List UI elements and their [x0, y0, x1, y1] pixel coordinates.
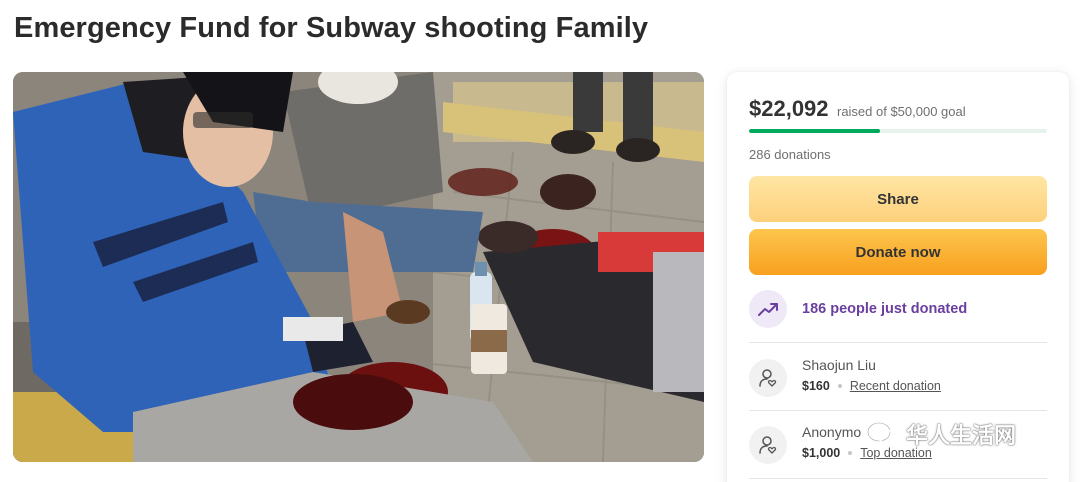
- donor-heart-icon: [749, 359, 787, 397]
- wechat-icon: [866, 421, 900, 447]
- watermark: 华人生活网: [866, 418, 1016, 450]
- separator-dot: [848, 451, 853, 455]
- trending-up-icon: [749, 290, 787, 328]
- just-donated-text: 186 people just donated: [802, 301, 968, 317]
- donor-amount: $160: [802, 379, 830, 393]
- separator-dot: [837, 384, 842, 388]
- donation-count: 286 donations: [749, 147, 831, 162]
- donate-now-button[interactable]: Donate now: [749, 229, 1047, 275]
- page-title: Emergency Fund for Subway shooting Famil…: [14, 12, 649, 44]
- share-button[interactable]: Share: [749, 176, 1047, 222]
- donor-name: Shaojun Liu: [802, 357, 876, 373]
- raised-summary: $22,092 raised of $50,000 goal: [749, 96, 966, 122]
- recent-activity: 186 people just donated: [749, 290, 967, 328]
- raised-amount: $22,092: [749, 96, 829, 121]
- divider: [749, 478, 1047, 479]
- donor-item: Shaojun Liu $160 Recent donation: [749, 357, 941, 397]
- recent-donation-link[interactable]: Recent donation: [850, 379, 941, 393]
- divider: [749, 410, 1047, 411]
- watermark-text: 华人生活网: [906, 424, 1017, 449]
- divider: [749, 342, 1047, 343]
- donor-heart-icon: [749, 426, 787, 464]
- progress-bar: [749, 129, 1047, 133]
- subway-scene-image: [13, 72, 704, 462]
- fundraiser-photo: [13, 72, 704, 462]
- goal-text: raised of $50,000 goal: [836, 104, 966, 119]
- donor-amount: $1,000: [802, 446, 841, 460]
- progress-fill: [749, 129, 881, 133]
